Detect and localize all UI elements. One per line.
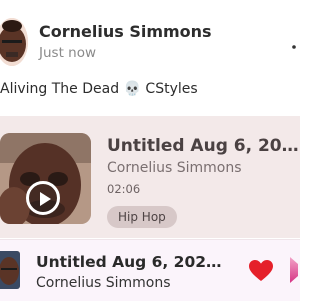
player-title[interactable]: Untitled Aug 6, 2023, 11:... [36,253,230,271]
play-icon [40,192,51,206]
track-card[interactable]: Untitled Aug 6, 2023,... Cornelius Simmo… [0,116,300,238]
author-name[interactable]: Cornelius Simmons [39,22,212,41]
post-header: Cornelius Simmons Just now [0,0,300,80]
player-artwork[interactable] [0,251,20,289]
avatar[interactable] [0,18,28,66]
post-timestamp: Just now [39,45,97,61]
track-artist[interactable]: Cornelius Simmons [107,160,242,176]
more-icon[interactable] [290,36,298,49]
track-duration: 02:06 [107,182,141,196]
player-artist[interactable]: Cornelius Simmons [36,275,171,291]
mini-player[interactable]: Untitled Aug 6, 2023, 11:... Cornelius S… [0,239,300,301]
track-artwork[interactable] [0,133,91,224]
track-title[interactable]: Untitled Aug 6, 2023,... [107,136,300,156]
post-caption: Aliving The Dead 💀 CStyles [0,81,198,97]
heart-icon[interactable] [249,260,273,282]
player-play-icon[interactable] [290,257,298,283]
play-button[interactable] [26,181,60,215]
genre-tag[interactable]: Hip Hop [107,206,177,228]
